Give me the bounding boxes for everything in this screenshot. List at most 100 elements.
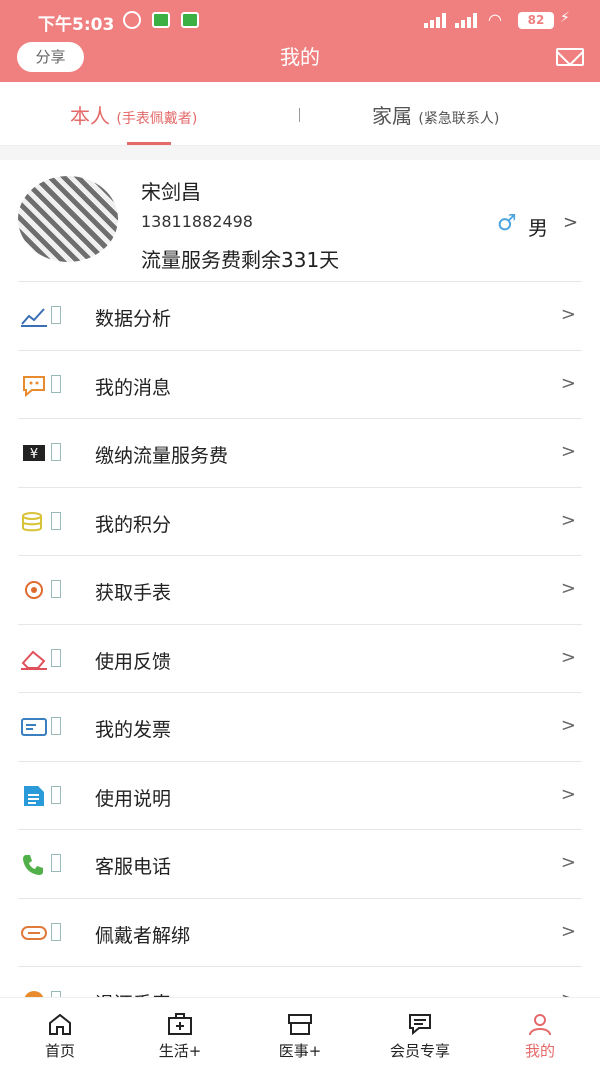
- phone-icon: [23, 855, 43, 875]
- tab-divider: [299, 108, 300, 122]
- male-symbol-icon: ♂: [497, 211, 517, 236]
- menu-item[interactable]: 使用反馈 >: [18, 625, 582, 693]
- menu-item-label: 使用反馈: [95, 650, 172, 673]
- menu-item-label: 退还手表: [95, 989, 171, 997]
- document-icon: [24, 785, 44, 806]
- nav-label: 生活+: [158, 1042, 202, 1060]
- chevron-right-icon: >: [560, 509, 576, 531]
- message-icon: [23, 375, 45, 397]
- alarm-icon: [123, 11, 141, 29]
- menu-item[interactable]: 数据分析 >: [18, 282, 582, 351]
- chevron-right-icon[interactable]: >: [563, 212, 578, 233]
- menu-item-label: 佩戴者解绑: [95, 924, 191, 947]
- menu-item-label: 我的消息: [95, 376, 172, 399]
- menu-item-label: 使用说明: [95, 787, 172, 810]
- wifi-icon: ◠: [488, 10, 502, 29]
- chevron-right-icon: >: [560, 646, 576, 668]
- menu-item[interactable]: 我的发票 >: [18, 693, 582, 762]
- mail-icon[interactable]: [556, 48, 584, 66]
- placeholder-glyph-icon: [51, 580, 61, 598]
- placeholder-glyph-icon: [51, 374, 61, 393]
- menu-item[interactable]: 佩戴者解绑 >: [18, 899, 582, 967]
- placeholder-glyph-icon: [51, 511, 61, 530]
- nav-item-mine[interactable]: 我的: [480, 998, 600, 1067]
- top-bar: 下午5:03 ◠ 82 ⚡ 分享 我的: [0, 0, 600, 82]
- menu-item[interactable]: 获取手表 >: [18, 556, 582, 625]
- svg-text:¥: ¥: [30, 447, 38, 462]
- chevron-right-icon: >: [560, 920, 576, 942]
- tab-sub-label: (紧急联系人): [418, 111, 500, 127]
- tab-label: 本人: [70, 104, 110, 128]
- chevron-right-icon: >: [561, 989, 576, 997]
- tab-self[interactable]: 本人 (手表佩戴者): [70, 100, 197, 129]
- signal-icon: [455, 12, 479, 28]
- status-time: 下午5:03: [38, 15, 115, 35]
- nav-label: 首页: [44, 1042, 75, 1060]
- chevron-right-icon: >: [560, 852, 576, 873]
- chevron-right-icon: >: [560, 304, 576, 325]
- profile-fee-status: 流量服务费剩余331天: [141, 248, 340, 272]
- chat-bubble-icon: [409, 1014, 431, 1036]
- signal-icon: [424, 12, 448, 28]
- invoice-icon: [21, 718, 47, 736]
- tab-active-indicator: [127, 142, 171, 145]
- medical-kit-icon: [168, 1013, 192, 1035]
- profile-phone: 13811882498: [141, 212, 253, 231]
- chevron-right-icon: >: [560, 441, 576, 462]
- placeholder-glyph-icon: [51, 648, 61, 667]
- placeholder-glyph-icon: [51, 306, 61, 324]
- unlink-icon: [21, 925, 47, 940]
- menu-item-label: 获取手表: [95, 582, 172, 604]
- user-icon: [529, 1014, 551, 1036]
- menu-item[interactable]: ¥ 缴纳流量服务费 >: [18, 419, 582, 488]
- placeholder-glyph-icon: [51, 717, 61, 735]
- nav-item-member[interactable]: 会员专享: [360, 998, 480, 1067]
- menu-item[interactable]: 使用说明 >: [18, 762, 582, 830]
- chevron-right-icon: >: [560, 783, 576, 805]
- charging-icon: ⚡: [560, 10, 570, 26]
- home-icon: [49, 1013, 71, 1035]
- menu-item-label: 我的积分: [95, 513, 172, 536]
- nav-item-home[interactable]: 首页: [0, 998, 120, 1067]
- app-notification-icon: [152, 12, 170, 28]
- eye-target-icon: [25, 581, 43, 599]
- menu-item[interactable]: 客服电话 >: [18, 830, 582, 899]
- menu-item[interactable]: 退还手表 >: [18, 967, 582, 997]
- nav-label: 医事+: [278, 1042, 322, 1060]
- avatar[interactable]: [18, 176, 118, 262]
- return-icon: [24, 991, 44, 997]
- page-title: 我的: [280, 45, 320, 69]
- coins-icon: [22, 511, 42, 531]
- profile-name: 宋剑昌: [141, 180, 201, 204]
- eraser-icon: [21, 650, 47, 670]
- placeholder-glyph-icon: [51, 854, 61, 872]
- chevron-right-icon: >: [560, 372, 576, 394]
- chevron-right-icon: >: [560, 715, 576, 736]
- chart-icon: [21, 308, 47, 327]
- menu-item[interactable]: 我的积分 >: [18, 488, 582, 556]
- placeholder-glyph-icon: [51, 922, 61, 941]
- chevron-right-icon: >: [560, 578, 576, 599]
- menu-item-label: 我的发票: [95, 719, 172, 741]
- payment-icon: ¥: [23, 445, 45, 462]
- box-icon: [288, 1014, 312, 1035]
- menu-item-label: 数据分析: [95, 308, 172, 330]
- tab-bar: 本人 (手表佩戴者) 家属 (紧急联系人): [0, 82, 600, 146]
- tab-sub-label: (手表佩戴者): [116, 111, 198, 127]
- placeholder-glyph-icon: [51, 785, 61, 804]
- nav-item-medical[interactable]: 医事+: [240, 998, 360, 1067]
- app-notification-icon: [181, 12, 199, 28]
- nav-label: 会员专享: [389, 1042, 450, 1060]
- tab-family[interactable]: 家属 (紧急联系人): [372, 100, 499, 129]
- settings-menu: 数据分析 > 我的消息 > ¥ 缴纳流量服务费 > 我的积分 > 获取手表 > 使用反馈 > 我的发票 > 使…: [18, 282, 582, 997]
- tab-label: 家属: [372, 104, 412, 128]
- nav-label: 我的: [524, 1042, 555, 1060]
- placeholder-glyph-icon: [51, 443, 61, 461]
- profile-gender[interactable]: 男: [528, 212, 548, 241]
- nav-item-life[interactable]: 生活+: [120, 998, 240, 1067]
- menu-item-label: 客服电话: [95, 856, 172, 878]
- menu-item-label: 缴纳流量服务费: [95, 445, 229, 467]
- battery-indicator: 82: [518, 12, 554, 29]
- status-bar: 下午5:03 ◠ 82 ⚡: [0, 0, 600, 40]
- menu-item[interactable]: 我的消息 >: [18, 351, 582, 419]
